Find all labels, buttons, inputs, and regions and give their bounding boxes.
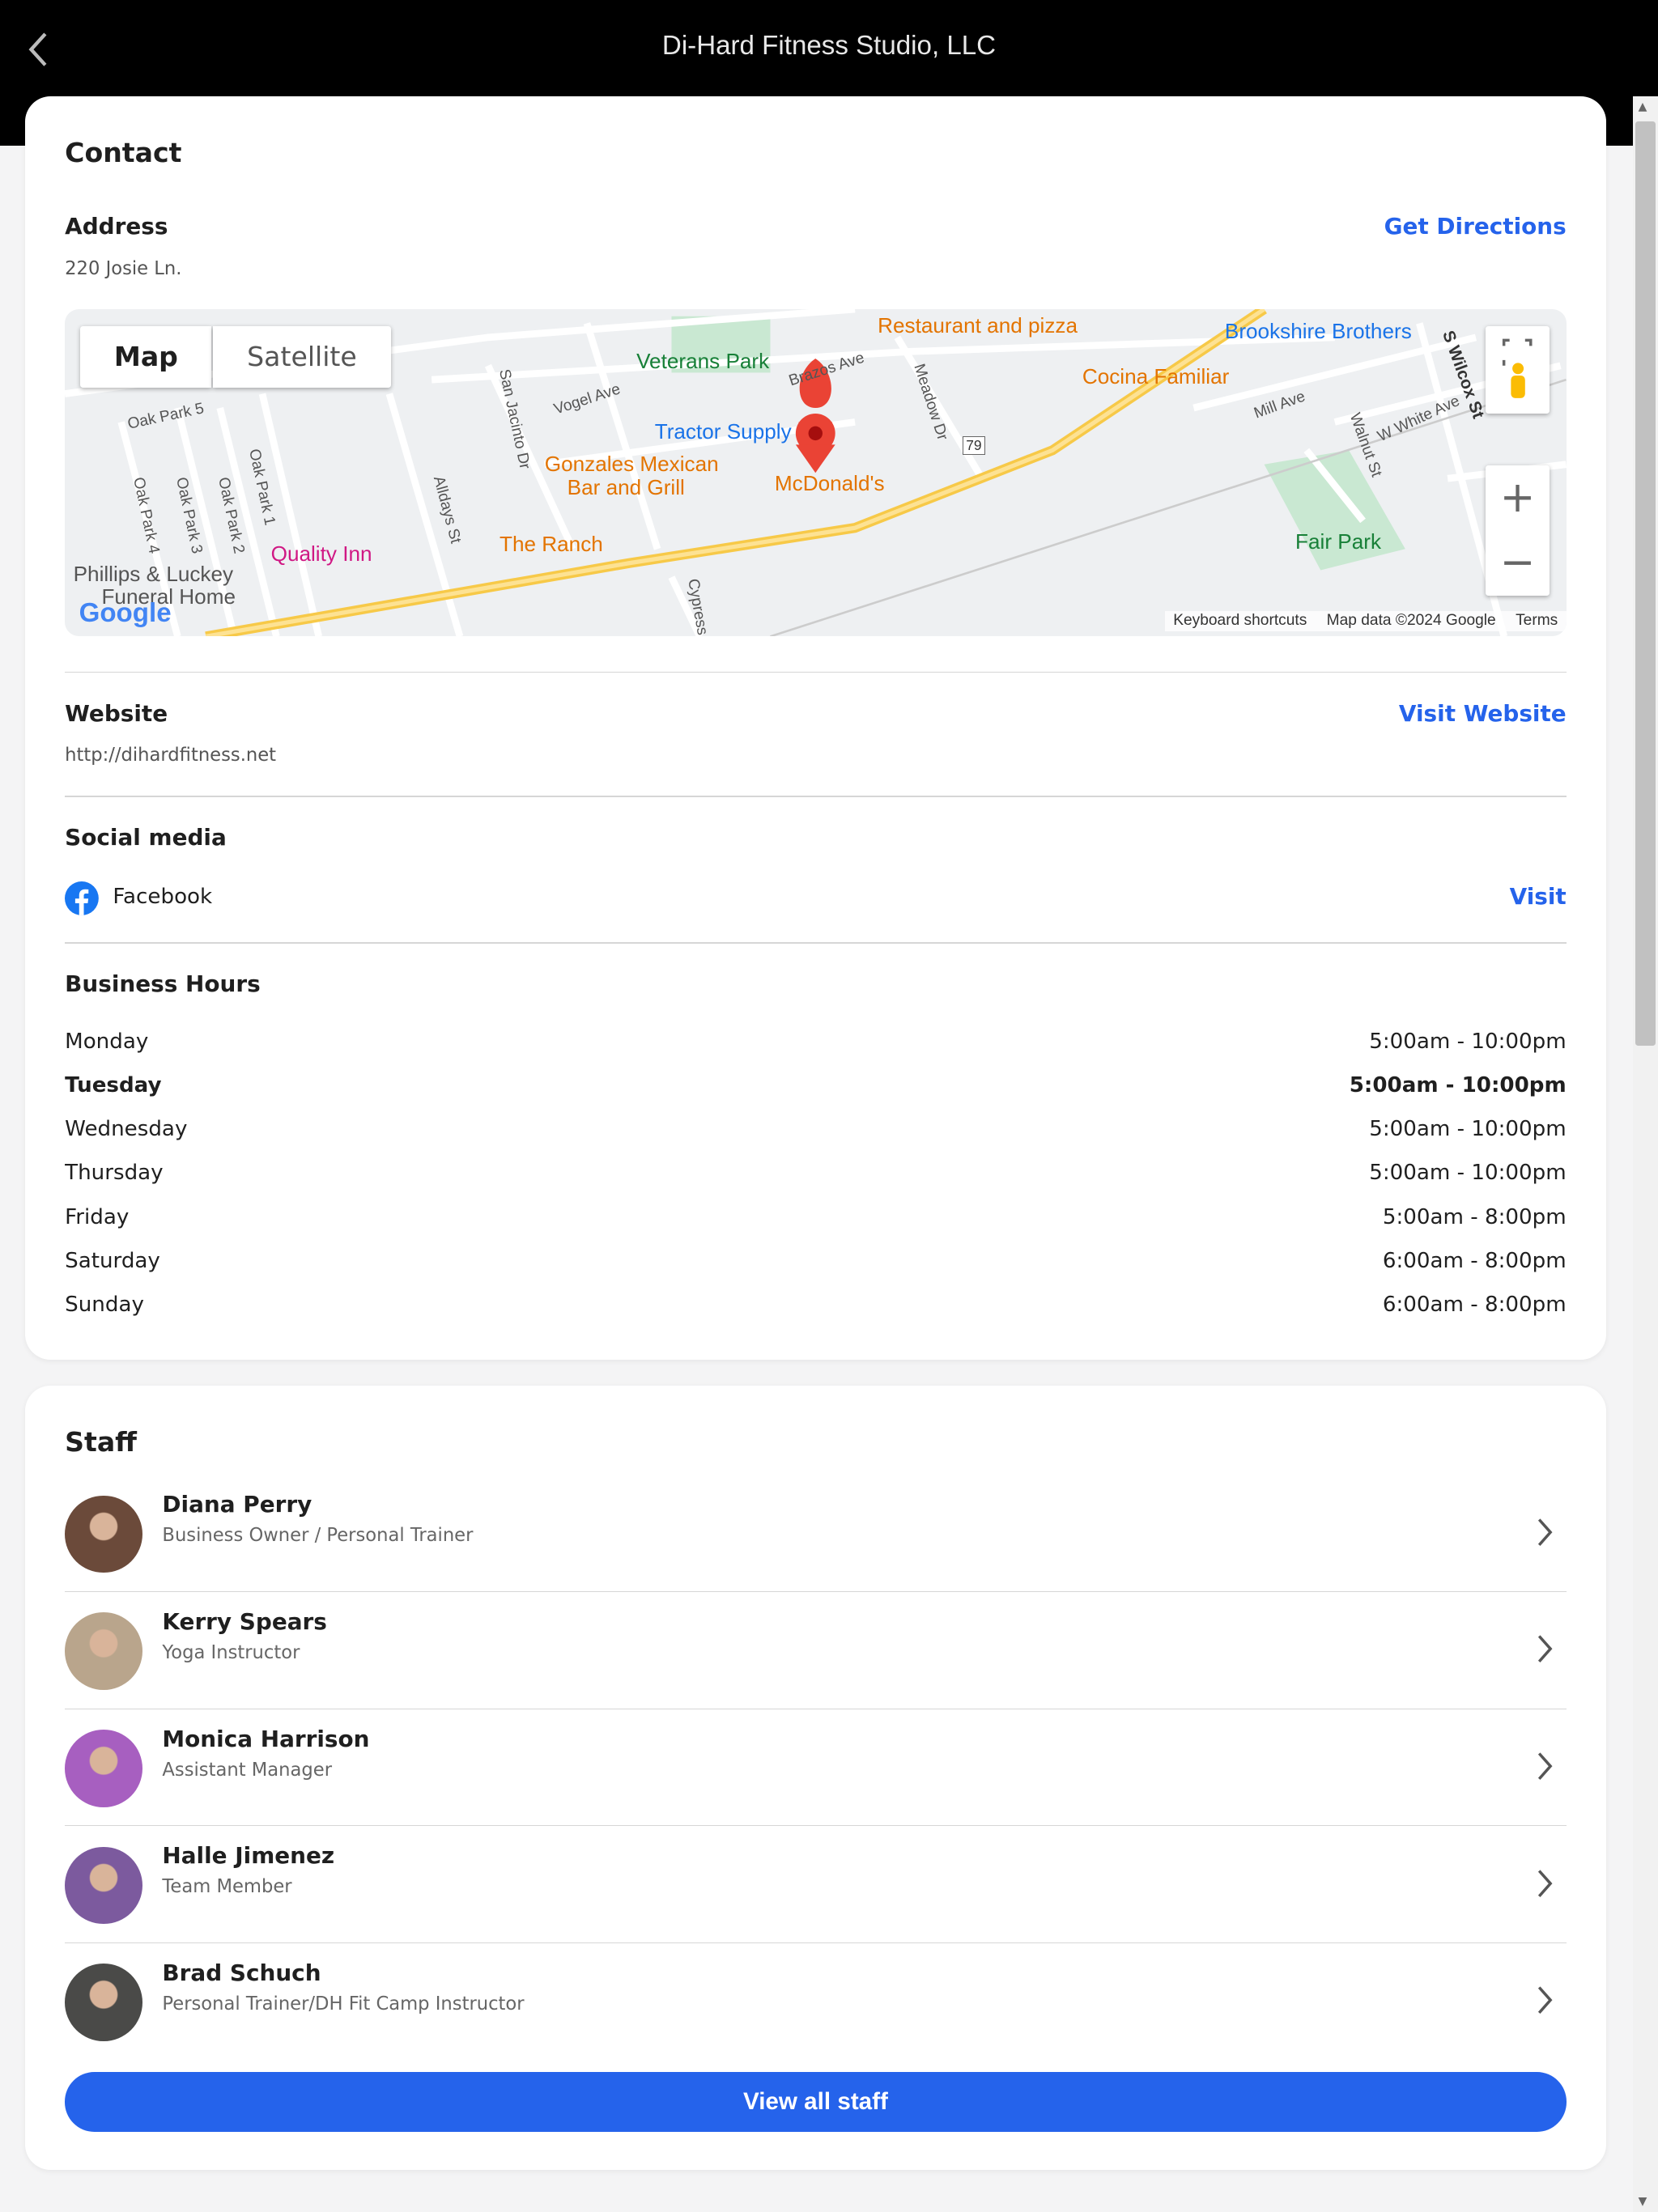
hours-day: Thursday xyxy=(65,1161,164,1186)
staff-role: Business Owner / Personal Trainer xyxy=(162,1525,474,1547)
highway-shield: 79 xyxy=(962,435,986,455)
hours-row: Saturday 6:00am - 8:00pm xyxy=(65,1249,1567,1273)
divider xyxy=(65,942,1567,945)
avatar xyxy=(65,1495,143,1573)
get-directions-link[interactable]: Get Directions xyxy=(1384,213,1567,240)
map-tab-satellite[interactable]: Satellite xyxy=(213,325,391,388)
hours-time: 6:00am - 8:00pm xyxy=(1382,1248,1567,1273)
address-label: Address xyxy=(65,213,168,240)
scroll-down-icon[interactable]: ▼ xyxy=(1639,2195,1647,2208)
map-terms-link[interactable]: Terms xyxy=(1516,612,1558,630)
view-all-staff-button[interactable]: View all staff xyxy=(65,2072,1567,2132)
chevron-right-icon xyxy=(1538,1870,1553,1897)
hours-day: Monday xyxy=(65,1030,149,1055)
hours-day: Saturday xyxy=(65,1248,160,1273)
chevron-right-icon xyxy=(1538,1518,1553,1546)
hours-time: 5:00am - 10:00pm xyxy=(1349,1073,1567,1098)
hours-row: Friday 5:00am - 8:00pm xyxy=(65,1205,1567,1229)
staff-card: Staff View all staff Diana Perry Busines… xyxy=(25,1385,1606,2170)
staff-role: Yoga Instructor xyxy=(162,1641,300,1663)
map-label: Gonzales Mexican xyxy=(544,451,719,476)
staff-name: Diana Perry xyxy=(162,1491,312,1518)
avatar xyxy=(65,1846,143,1925)
keyboard-shortcuts-link[interactable]: Keyboard shortcuts xyxy=(1173,612,1307,630)
staff-list-item[interactable]: Halle Jimenez Team Member xyxy=(65,1825,1567,1944)
hours-day: Tuesday xyxy=(65,1073,162,1098)
fullscreen-icon[interactable] xyxy=(1486,326,1549,414)
hours-row: Thursday 5:00am - 10:00pm xyxy=(65,1161,1567,1185)
avatar xyxy=(65,1964,143,2042)
map-label: McDonald's xyxy=(774,471,885,496)
map-label: Veterans Park xyxy=(636,348,770,373)
staff-role: Team Member xyxy=(162,1876,292,1898)
zoom-in-button[interactable]: + xyxy=(1486,465,1549,530)
staff-list-item[interactable]: Brad Schuch Personal Trainer/DH Fit Camp… xyxy=(65,1942,1567,2060)
hours-row: Sunday 6:00am - 8:00pm xyxy=(65,1293,1567,1317)
chevron-right-icon xyxy=(1538,1752,1553,1781)
staff-list-item[interactable]: Diana Perry Business Owner / Personal Tr… xyxy=(65,1474,1567,1593)
hours-time: 5:00am - 8:00pm xyxy=(1382,1204,1567,1229)
map-label: Phillips & Luckey xyxy=(73,561,234,586)
hours-time: 5:00am - 10:00pm xyxy=(1369,1161,1567,1186)
map-label: Bar and Grill xyxy=(567,475,685,500)
contact-card: Contact Address Get Directions 220 Josie… xyxy=(25,96,1606,1361)
staff-list-item[interactable]: Monica Harrison Assistant Manager xyxy=(65,1709,1567,1827)
map-label: Restaurant and pizza xyxy=(878,312,1078,338)
hours-row: Tuesday 5:00am - 10:00pm xyxy=(65,1073,1567,1098)
map[interactable]: Veterans Park Tractor Supply Gonzales Me… xyxy=(65,308,1567,637)
staff-role: Assistant Manager xyxy=(162,1759,333,1781)
website-label: Website xyxy=(65,699,168,727)
map-attribution: Map data ©2024 Google xyxy=(1326,612,1496,630)
facebook-visit-link[interactable]: Visit xyxy=(1510,883,1567,910)
scroll-up-icon[interactable]: ▲ xyxy=(1639,100,1647,113)
social-media-label: Social media xyxy=(65,823,227,851)
contact-heading: Contact xyxy=(65,137,182,169)
page-title: Di-Hard Fitness Studio, LLC xyxy=(661,31,997,62)
facebook-icon xyxy=(65,881,99,916)
staff-name: Halle Jimenez xyxy=(162,1842,335,1870)
map-label: Quality Inn xyxy=(270,541,372,567)
staff-role: Personal Trainer/DH Fit Camp Instructor xyxy=(162,1993,525,2015)
street-view-pegman[interactable] xyxy=(1486,325,1550,414)
avatar xyxy=(65,1612,143,1691)
staff-list-item[interactable]: Kerry Spears Yoga Instructor xyxy=(65,1591,1567,1709)
map-label: Brookshire Brothers xyxy=(1224,318,1412,343)
staff-heading: Staff xyxy=(65,1426,137,1458)
hours-day: Sunday xyxy=(65,1292,144,1317)
chevron-right-icon xyxy=(1538,1986,1553,2015)
avatar xyxy=(65,1729,143,1807)
staff-name: Brad Schuch xyxy=(162,1959,321,1987)
facebook-label: Facebook xyxy=(113,884,213,909)
staff-name: Monica Harrison xyxy=(162,1725,370,1752)
google-logo: Google xyxy=(79,598,172,629)
map-label: The Ranch xyxy=(500,532,603,557)
map-label: Fair Park xyxy=(1295,529,1382,554)
zoom-controls: + − xyxy=(1486,465,1550,596)
map-label: Cocina Familiar xyxy=(1082,363,1230,388)
address-value: 220 Josie Ln. xyxy=(65,257,182,279)
staff-name: Kerry Spears xyxy=(162,1608,327,1635)
visit-website-link[interactable]: Visit Website xyxy=(1399,700,1567,727)
business-hours-label: Business Hours xyxy=(65,970,261,998)
hours-time: 5:00am - 10:00pm xyxy=(1369,1030,1567,1055)
hours-row: Monday 5:00am - 10:00pm xyxy=(65,1030,1567,1054)
divider xyxy=(65,671,1567,673)
hours-time: 5:00am - 10:00pm xyxy=(1369,1117,1567,1142)
hours-time: 6:00am - 8:00pm xyxy=(1382,1292,1567,1317)
map-label: Tractor Supply xyxy=(654,418,792,444)
chevron-right-icon xyxy=(1538,1635,1553,1663)
hours-row: Wednesday 5:00am - 10:00pm xyxy=(65,1117,1567,1141)
hours-day: Wednesday xyxy=(65,1117,188,1142)
hours-day: Friday xyxy=(65,1204,130,1229)
scrollbar-thumb[interactable] xyxy=(1635,121,1656,1046)
website-url: http://dihardfitness.net xyxy=(65,745,277,766)
divider xyxy=(65,796,1567,797)
zoom-out-button[interactable]: − xyxy=(1486,530,1549,595)
map-tab-map[interactable]: Map xyxy=(80,325,212,388)
